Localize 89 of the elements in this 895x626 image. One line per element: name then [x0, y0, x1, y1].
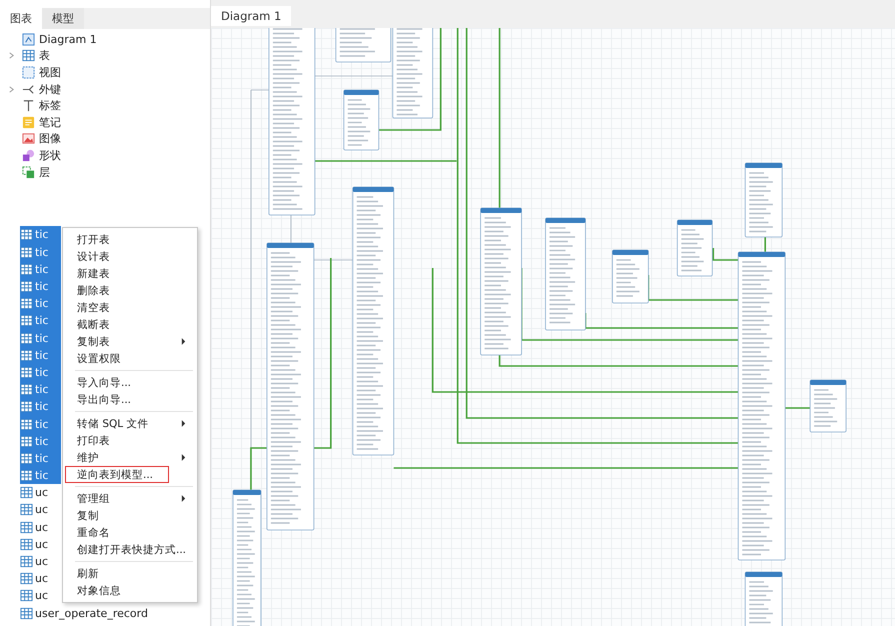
chevron-icon[interactable] [8, 86, 15, 93]
shape-icon [22, 148, 35, 162]
view-icon [22, 66, 35, 79]
table-list-item[interactable]: tic [20, 329, 61, 347]
menu-item[interactable]: 维护 [65, 449, 195, 466]
table-list-item[interactable]: tic [20, 260, 61, 278]
foreign-key-icon [22, 82, 35, 96]
tree-item[interactable]: 形状 [39, 148, 61, 163]
table-list-item[interactable]: tic [20, 398, 61, 416]
menu-item[interactable]: 删除表 [65, 282, 195, 299]
diagram-icon [22, 32, 35, 46]
table-list-item[interactable]: uc [20, 484, 48, 502]
table-list-item[interactable]: tic [20, 466, 61, 484]
menu-item[interactable]: 创建打开表快捷方式... [65, 541, 195, 558]
table-icon [20, 452, 33, 465]
menu-item[interactable]: 设置权限 [65, 350, 195, 367]
menu-item[interactable]: 导入向导... [65, 374, 195, 391]
diagram-tab[interactable]: Diagram 1 [211, 6, 292, 26]
table-icon [20, 572, 33, 586]
menu-item[interactable]: 截断表 [65, 316, 195, 333]
note-icon [22, 116, 35, 129]
table-icon [20, 280, 33, 293]
menu-item[interactable]: 刷新 [65, 565, 195, 582]
table-list-item[interactable]: tic [20, 295, 61, 312]
table-icon [20, 400, 33, 414]
table-list-item[interactable]: tic [20, 244, 61, 261]
menu-item[interactable]: 逆向表到模型... [65, 466, 169, 483]
table-list-item[interactable]: tic [20, 415, 61, 433]
table-list-item[interactable]: tic [20, 364, 61, 382]
tree-item[interactable]: 表 [39, 48, 50, 64]
table-icon [20, 262, 33, 276]
menu-item[interactable]: 转储 SQL 文件 [65, 415, 195, 432]
table-icon [20, 555, 33, 568]
sidebar-tab[interactable]: 模型 [42, 8, 84, 29]
table-icon [20, 469, 33, 482]
chevron-icon[interactable] [8, 52, 15, 60]
table-icon [20, 606, 33, 620]
tree-item[interactable]: Diagram 1 [39, 32, 97, 46]
table-icon [20, 297, 33, 310]
table-icon [20, 418, 33, 430]
tree-item[interactable]: 视图 [39, 64, 61, 80]
table-list-item[interactable]: tic [20, 226, 61, 244]
menu-item[interactable]: 打开表 [65, 231, 195, 248]
table-list-item[interactable]: tic [20, 450, 61, 467]
table-icon [20, 486, 33, 500]
menu-item[interactable]: 打印表 [65, 432, 195, 449]
menu-item[interactable]: 设计表 [65, 248, 195, 265]
layer-icon [22, 166, 35, 179]
menu-item[interactable]: 管理组 [65, 490, 195, 507]
table-list-item[interactable]: uc [20, 501, 48, 519]
table-icon [20, 348, 33, 362]
table-list-item[interactable]: tic [20, 346, 61, 364]
table-icon [20, 246, 33, 259]
table-list-item[interactable]: tic [20, 381, 61, 398]
table-list-item[interactable]: tic [20, 432, 61, 450]
table-icon [20, 332, 33, 345]
table-icon [20, 538, 33, 551]
menu-item[interactable]: 复制表 [65, 333, 195, 350]
table-icon [22, 49, 35, 62]
table-list-item[interactable]: uc [20, 587, 48, 604]
tree-item[interactable]: 外键 [39, 82, 61, 97]
table-list-item[interactable]: tic [20, 312, 61, 330]
table-icon [20, 503, 33, 516]
tree-item[interactable]: 层 [39, 164, 50, 180]
table-icon [20, 314, 33, 328]
table-list-item[interactable]: uc [20, 518, 48, 536]
table-list-item[interactable]: tic [20, 278, 61, 296]
table-list-item[interactable]: uc [20, 570, 48, 588]
tree-item[interactable]: 笔记 [39, 114, 61, 130]
menu-item[interactable]: 对象信息 [65, 582, 195, 599]
tree-item[interactable]: 标签 [39, 98, 61, 114]
tree-item[interactable]: 图像 [39, 131, 61, 146]
text-tool-icon [22, 99, 35, 112]
table-icon [20, 520, 33, 534]
menu-item[interactable]: 复制 [65, 507, 195, 524]
table-icon [20, 228, 33, 242]
table-list-item[interactable]: uc [20, 536, 48, 553]
menu-item[interactable]: 重命名 [65, 524, 195, 541]
menu-item[interactable]: 清空表 [65, 299, 195, 316]
table-icon [20, 383, 33, 396]
table-icon [20, 589, 33, 602]
table-list-item[interactable]: user_operate_record [20, 604, 148, 622]
table-icon [20, 366, 33, 379]
menu-item[interactable]: 导出向导... [65, 391, 195, 408]
table-list-item[interactable]: uc [20, 552, 48, 570]
table-icon [20, 434, 33, 448]
sidebar-tab[interactable]: 图表 [0, 8, 42, 29]
menu-item[interactable]: 新建表 [65, 265, 195, 282]
image-icon [22, 132, 35, 146]
